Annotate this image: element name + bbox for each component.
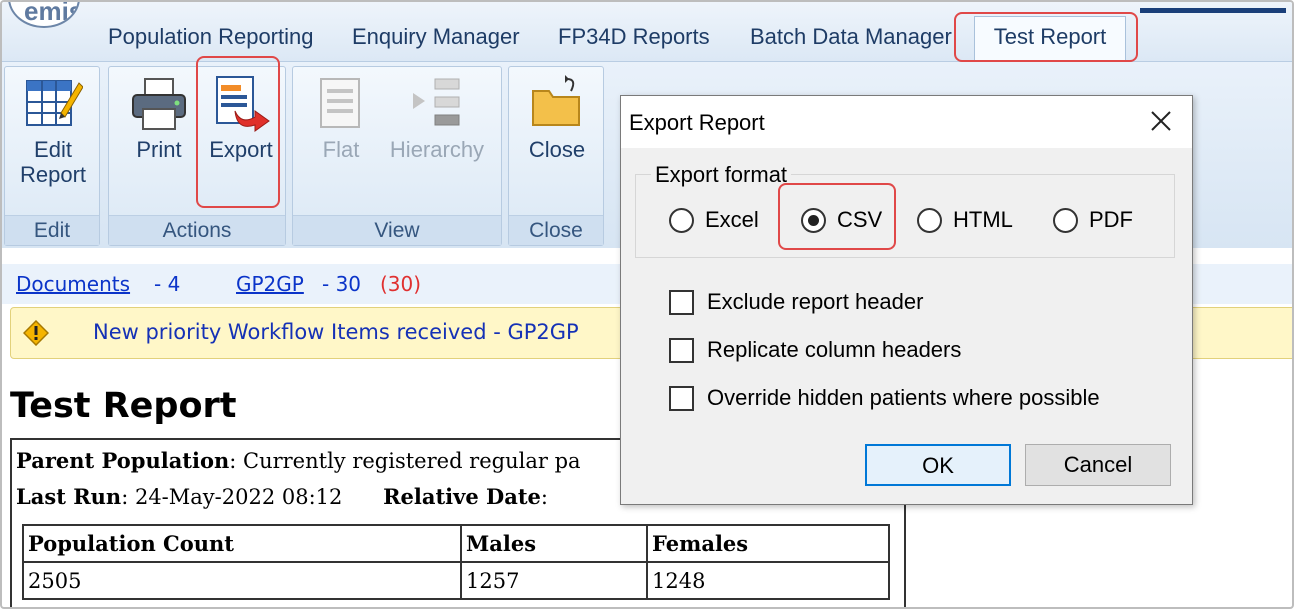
last-run-line: Last Run: 24-May-2022 08:12 Relative Dat… [16,484,548,509]
population-stats-table: Population Count Males Females 2505 1257… [22,524,890,600]
highlight-csv-option [778,183,896,250]
exclude-report-header-box[interactable] [669,290,694,315]
override-hidden-patients-label: Override hidden patients where possible [707,385,1100,410]
radio-pdf-label: PDF [1089,207,1133,232]
edit-report-label-line2: Report [19,162,87,187]
documents-count: - 4 [154,272,181,296]
exclude-report-header-label: Exclude report header [707,289,924,314]
table-header-row: Population Count Males Females [22,524,890,563]
documents-link[interactable]: Documents [16,272,130,296]
close-report-button[interactable]: Close [519,73,595,162]
logo-text: emis [24,0,80,26]
ok-button[interactable]: OK [865,444,1011,486]
cell-males: 1257 [460,561,648,600]
parent-population-value: : Currently registered regular pa [229,449,581,473]
edit-grid-icon [26,80,83,126]
title-accent-bar [1140,8,1286,13]
flat-label: Flat [322,137,360,162]
print-button[interactable]: Print [121,73,197,162]
parent-population-line: Parent Population: Currently registered … [16,448,581,473]
last-run-value: : 24-May-2022 08:12 [121,485,343,509]
parent-population-label: Parent Population [16,448,230,473]
ribbon-group-close: Close Close [508,66,604,246]
edit-report-label-line1: Edit [34,137,72,162]
radio-excel-circle[interactable] [669,208,694,233]
last-run-label: Last Run [16,484,122,509]
tab-batch-data-manager[interactable]: Batch Data Manager [750,20,952,54]
highlight-test-report-tab [954,12,1138,62]
column-header-females: Females [646,524,890,563]
replicate-column-headers-box[interactable] [669,338,694,363]
tab-enquiry-manager[interactable]: Enquiry Manager [352,20,520,54]
alert-message: New priority Workflow Items received - G… [93,320,579,344]
flat-list-icon [320,78,360,128]
ribbon-group-label-actions: Actions [109,215,285,245]
relative-date-value: : [540,485,548,509]
hierarchy-button[interactable]: Hierarchy [383,73,491,162]
radio-html-circle[interactable] [917,208,942,233]
print-label: Print [136,137,182,162]
report-title: Test Report [10,386,237,426]
close-icon[interactable] [1148,108,1174,134]
edit-report-button[interactable]: Edit Report [13,73,93,187]
cell-females: 1248 [646,561,890,600]
hierarchy-label: Hierarchy [389,137,485,162]
gp2gp-link[interactable]: GP2GP [236,272,304,296]
folder-close-icon [532,75,580,126]
ribbon-group-view: Flat Hierarchy View [292,66,502,246]
ribbon-group-label-view: View [293,215,501,245]
dialog-title: Export Report [629,110,765,135]
cancel-button[interactable]: Cancel [1025,444,1171,486]
column-header-males: Males [460,524,648,563]
gp2gp-count: - 30 [322,272,362,296]
ribbon-group-label-close: Close [509,215,603,245]
export-report-dialog: Export Report Export format Excel CSV HT… [620,95,1193,505]
close-label: Close [528,137,586,162]
dialog-titlebar[interactable]: Export Report [621,96,1192,148]
cell-population-count: 2505 [22,561,462,600]
tab-population-reporting[interactable]: Population Reporting [108,20,313,54]
ribbon-group-edit: Edit Report Edit [4,66,100,246]
printer-icon [132,78,186,130]
replicate-column-headers-label: Replicate column headers [707,337,962,362]
ribbon-group-label-edit: Edit [5,215,99,245]
gp2gp-priority-count: (30) [380,272,422,296]
radio-html-label: HTML [953,207,1013,232]
tab-fp34d-reports[interactable]: FP34D Reports [558,20,710,54]
warning-icon [23,320,49,346]
flat-button[interactable]: Flat [303,73,379,162]
highlight-export-button [196,56,280,208]
override-hidden-patients-box[interactable] [669,386,694,411]
column-header-population-count: Population Count [22,524,462,563]
emis-logo: emis [8,0,80,28]
radio-pdf-circle[interactable] [1053,208,1078,233]
export-format-legend: Export format [651,162,792,188]
hierarchy-icon [413,78,460,126]
relative-date-label: Relative Date [383,484,541,509]
radio-excel-label: Excel [705,207,759,232]
table-row: 2505 1257 1248 [22,561,890,600]
app-window: emis Population Reporting Enquiry Manage… [0,0,1294,609]
